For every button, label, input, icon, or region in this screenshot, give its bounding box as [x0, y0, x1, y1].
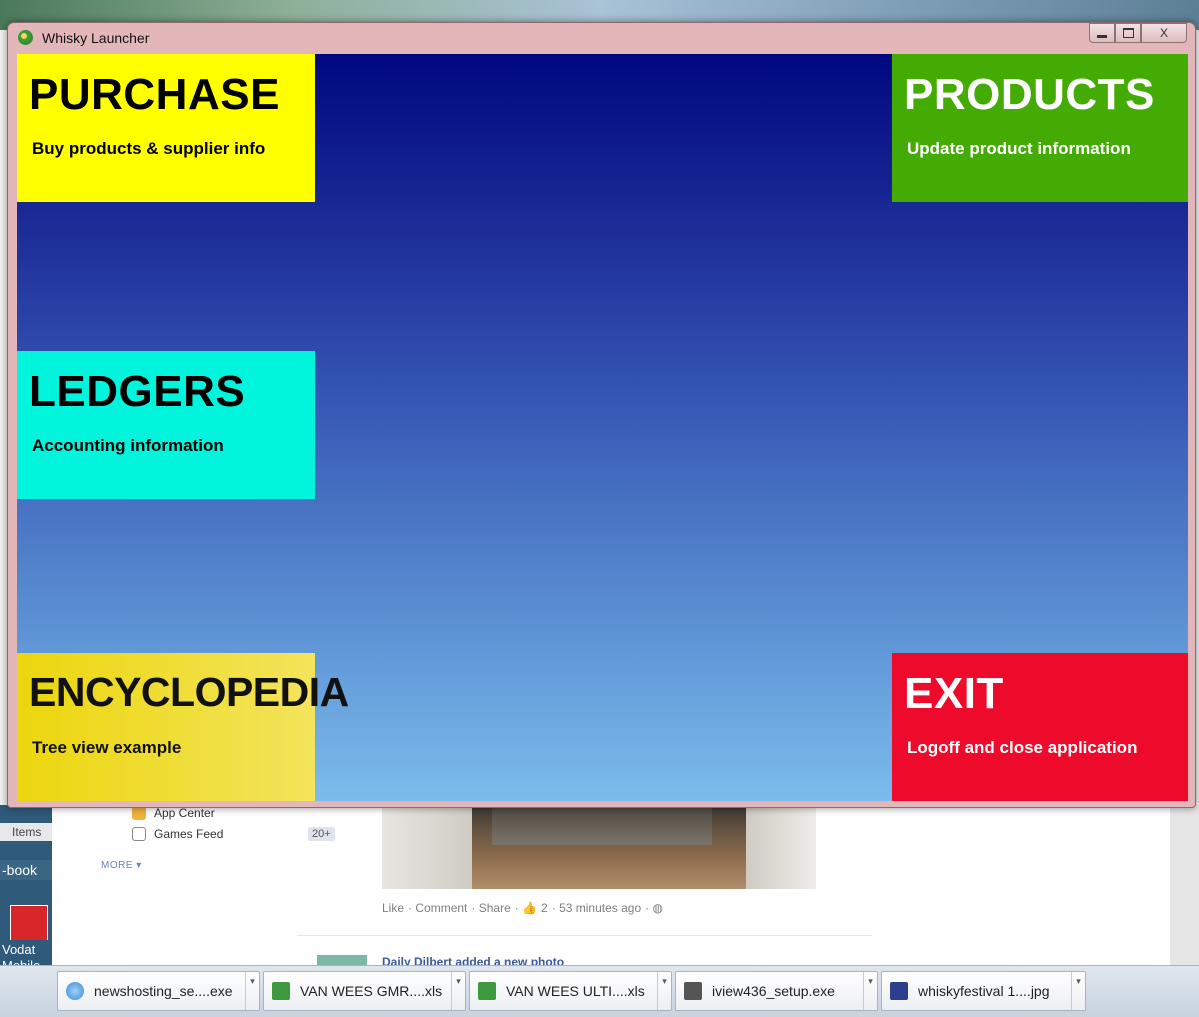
taskbar-item-vanwees-ulti[interactable]: VAN WEES ULTI....xls ▾: [469, 971, 672, 1011]
installer-icon: [66, 982, 84, 1000]
setup-icon: [684, 982, 702, 1000]
app-icon: [18, 30, 33, 45]
facebook-page-background: App Center Games Feed 20+ MORE ▾ Like · C…: [52, 805, 1170, 965]
window-title: Whisky Launcher: [42, 30, 150, 46]
chevron-down-icon[interactable]: ▾: [863, 972, 877, 1010]
post-actions: Like · Comment · Share · 👍 2 · 53 minutes ago…: [382, 901, 663, 915]
launcher-background: PURCHASE Buy products & supplier info PR…: [17, 54, 1188, 801]
excel-icon: [272, 982, 290, 1000]
desktop-left-strip: Items -book Vodat Mobile: [0, 805, 52, 976]
globe-icon: ◍: [652, 901, 663, 915]
post-divider: [297, 935, 872, 936]
post-time[interactable]: 53 minutes ago: [559, 901, 641, 915]
products-tile[interactable]: PRODUCTS Update product information: [892, 54, 1188, 202]
window-controls: X: [1089, 23, 1187, 43]
ledgers-title: LEDGERS: [29, 367, 246, 416]
purchase-title: PURCHASE: [29, 70, 280, 119]
purchase-tile[interactable]: PURCHASE Buy products & supplier info: [17, 54, 315, 202]
comment-link[interactable]: Comment: [415, 901, 467, 915]
encyclopedia-subtitle: Tree view example: [32, 738, 182, 757]
minimize-button[interactable]: [1089, 23, 1115, 43]
chevron-down-icon[interactable]: ▾: [245, 972, 259, 1010]
app-center-icon: [132, 806, 146, 820]
excel-icon: [478, 982, 496, 1000]
games-feed-icon: [132, 827, 146, 841]
maximize-button[interactable]: [1115, 23, 1141, 43]
ledgers-tile[interactable]: LEDGERS Accounting information: [17, 351, 315, 499]
encyclopedia-tile[interactable]: ENCYCLOPEDIA Tree view example: [17, 653, 349, 801]
nav-item-app-center[interactable]: App Center: [132, 806, 215, 820]
exit-subtitle: Logoff and close application: [907, 738, 1138, 757]
post-photo[interactable]: [382, 805, 816, 889]
encyclopedia-title: ENCYCLOPEDIA: [29, 669, 349, 715]
maximize-icon: [1122, 28, 1134, 38]
exit-title: EXIT: [904, 669, 1004, 718]
like-link[interactable]: Like: [382, 901, 404, 915]
minimize-icon: [1097, 34, 1107, 38]
more-link[interactable]: MORE ▾: [101, 860, 142, 871]
ledgers-subtitle: Accounting information: [32, 436, 224, 455]
thumbs-up-icon: 👍: [522, 901, 538, 915]
title-bar[interactable]: Whisky Launcher X: [8, 23, 1195, 54]
launcher-window: Whisky Launcher X PURCHASE Buy products …: [7, 22, 1196, 808]
products-subtitle: Update product information: [907, 139, 1131, 158]
nav-item-games-feed[interactable]: Games Feed: [132, 827, 223, 841]
image-icon: [890, 982, 908, 1000]
post-author-avatar[interactable]: [317, 955, 367, 965]
games-feed-count: 20+: [308, 827, 335, 841]
share-link[interactable]: Share: [479, 901, 511, 915]
chevron-down-icon[interactable]: ▾: [657, 972, 671, 1010]
book-label: -book: [0, 860, 52, 880]
post-author[interactable]: Daily Dilbert added a new photo: [382, 955, 564, 965]
chevron-down-icon[interactable]: ▾: [451, 972, 465, 1010]
like-count: 2: [541, 901, 548, 915]
purchase-subtitle: Buy products & supplier info: [32, 139, 266, 158]
close-icon: X: [1159, 26, 1168, 40]
taskbar-item-vanwees-gmr[interactable]: VAN WEES GMR....xls ▾: [263, 971, 466, 1011]
page-scroll-area: [1170, 805, 1199, 965]
taskbar-item-newshosting[interactable]: newshosting_se....exe ▾: [57, 971, 260, 1011]
items-label: Items: [0, 823, 52, 841]
taskbar-item-iview-setup[interactable]: iview436_setup.exe ▾: [675, 971, 878, 1011]
taskbar: newshosting_se....exe ▾ VAN WEES GMR....…: [0, 965, 1199, 1017]
products-title: PRODUCTS: [904, 70, 1155, 119]
taskbar-item-whiskyfestival[interactable]: whiskyfestival 1....jpg ▾: [881, 971, 1086, 1011]
chevron-down-icon[interactable]: ▾: [1071, 972, 1085, 1010]
exit-tile[interactable]: EXIT Logoff and close application: [892, 653, 1188, 801]
close-button[interactable]: X: [1141, 23, 1187, 43]
